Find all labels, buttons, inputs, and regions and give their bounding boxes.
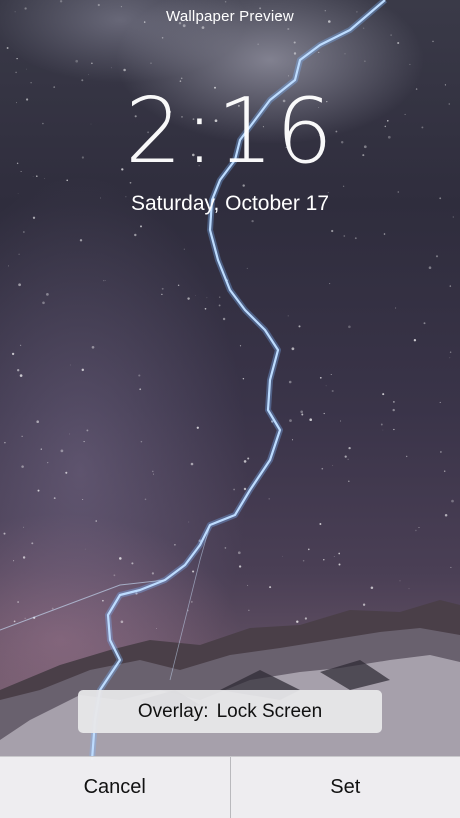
cancel-button[interactable]: Cancel — [0, 757, 230, 818]
overlay-selector-button[interactable]: Overlay: Lock Screen — [78, 690, 382, 733]
preview-title: Wallpaper Preview — [166, 8, 294, 25]
set-button[interactable]: Set — [231, 757, 460, 818]
lock-screen-date: Saturday, October 17 — [130, 192, 330, 215]
overlay-value-label: Lock Screen — [216, 700, 323, 722]
overlay-prefix-label: Overlay: — [137, 700, 209, 722]
wallpaper-preview-screen: Wallpaper Preview 2:16 Saturday, October… — [0, 0, 460, 818]
lock-screen-time: 2:16 — [124, 79, 336, 184]
action-bar: Cancel Set — [0, 756, 460, 818]
